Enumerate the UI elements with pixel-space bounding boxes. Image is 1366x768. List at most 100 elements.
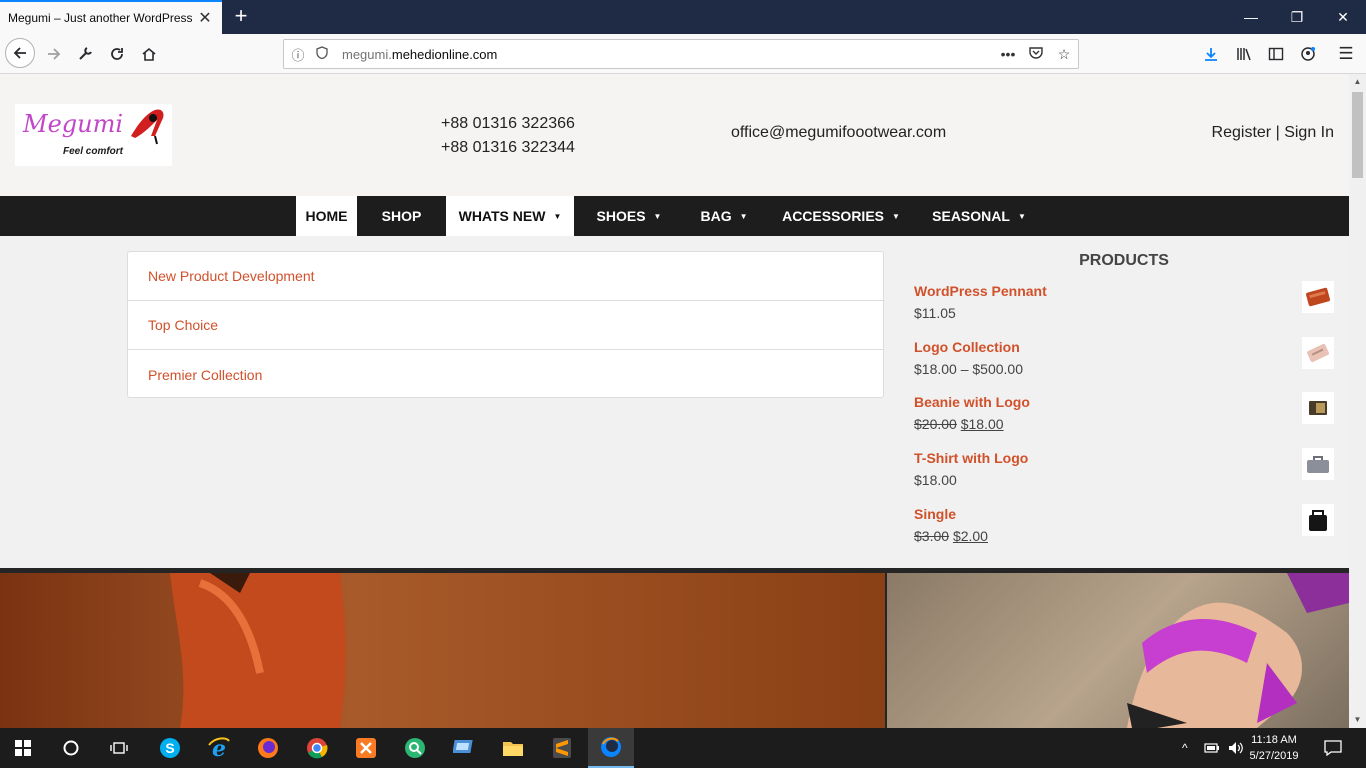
scroll-up-icon[interactable]: ▲ bbox=[1349, 74, 1366, 90]
submenu-item-premier-collection[interactable]: Premier Collection bbox=[128, 350, 883, 399]
whats-new-submenu: New Product Development Top Choice Premi… bbox=[127, 251, 884, 398]
clutch-icon[interactable] bbox=[1302, 337, 1334, 369]
caret-down-icon: ▼ bbox=[892, 211, 900, 221]
xampp-icon[interactable] bbox=[343, 728, 389, 768]
auth-separator: | bbox=[1275, 124, 1280, 141]
products-widget: PRODUCTS WordPress Pennant $11.05 Logo C… bbox=[914, 252, 1334, 544]
task-view-icon[interactable] bbox=[96, 728, 142, 768]
site-logo[interactable]: Megumi Feel comfort bbox=[15, 104, 172, 166]
old-price: $3.00 bbox=[914, 528, 950, 544]
firefox-icon[interactable] bbox=[245, 728, 291, 768]
phone-1: +88 01316 322366 bbox=[441, 115, 575, 132]
forward-button[interactable] bbox=[40, 40, 68, 68]
logo-tagline: Feel comfort bbox=[63, 146, 124, 157]
phone-2: +88 01316 322344 bbox=[441, 139, 575, 156]
home-button[interactable] bbox=[135, 40, 163, 68]
close-window-button[interactable]: ✕ bbox=[1320, 0, 1366, 34]
product-name[interactable]: Single bbox=[914, 506, 1334, 522]
product-price: $18.00 bbox=[914, 472, 957, 488]
search-app-icon[interactable] bbox=[392, 728, 438, 768]
product-name[interactable]: Beanie with Logo bbox=[914, 394, 1334, 410]
product-name[interactable]: WordPress Pennant bbox=[914, 283, 1334, 299]
restore-button[interactable]: ❐ bbox=[1274, 0, 1320, 34]
caret-down-icon: ▼ bbox=[1017, 211, 1026, 221]
banner-image-sandal[interactable] bbox=[887, 573, 1349, 728]
action-center-icon[interactable] bbox=[1324, 728, 1342, 768]
main-menu: HOME SHOP WHATS NEW ▼ SHOES ▼ BAG ▼ ACCESSO… bbox=[0, 196, 1349, 236]
scroll-thumb[interactable] bbox=[1352, 92, 1363, 178]
tab-close-icon[interactable]: ✕ bbox=[196, 8, 214, 28]
logo-text: Megumi bbox=[23, 110, 124, 138]
page-scrollbar[interactable]: ▲ ▼ bbox=[1349, 74, 1366, 728]
submenu-item-new-product-development[interactable]: New Product Development bbox=[128, 252, 883, 301]
product-item: Beanie with Logo $20.00 $18.00 bbox=[914, 392, 1334, 444]
product-name[interactable]: T-Shirt with Logo bbox=[914, 450, 1334, 466]
sublime-text-icon[interactable] bbox=[539, 728, 585, 768]
url-text[interactable]: megumi.mehedionline.com bbox=[342, 47, 994, 62]
system-clock[interactable]: 11:18 AM 5/27/2019 bbox=[1246, 732, 1302, 764]
back-button[interactable] bbox=[5, 38, 35, 68]
phone-numbers: +88 01316 322366 +88 01316 322344 bbox=[441, 112, 575, 160]
banner-image-shoe[interactable] bbox=[0, 573, 885, 728]
menu-item-seasonal[interactable]: SEASONAL ▼ bbox=[924, 196, 1034, 236]
menu-item-whats-new[interactable]: WHATS NEW ▼ bbox=[446, 196, 574, 236]
library-icon[interactable] bbox=[1230, 40, 1258, 68]
volume-icon[interactable] bbox=[1228, 728, 1244, 768]
auth-links: Register | Sign In bbox=[1212, 124, 1334, 142]
url-bar[interactable]: ⓘ megumi.mehedionline.com ••• ☆ bbox=[283, 39, 1079, 69]
menu-item-accessories[interactable]: ACCESSORIES ▼ bbox=[774, 196, 908, 236]
product-price: $18.00 – $500.00 bbox=[914, 361, 1023, 377]
submenu-item-top-choice[interactable]: Top Choice bbox=[128, 301, 883, 350]
skype-icon[interactable]: S bbox=[147, 728, 193, 768]
forward-arrow-icon bbox=[48, 48, 61, 60]
hamburger-menu-icon[interactable]: ☰ bbox=[1332, 40, 1360, 68]
caret-down-icon: ▼ bbox=[653, 211, 662, 221]
reload-button[interactable] bbox=[103, 40, 131, 68]
contact-email[interactable]: office@megumifoootwear.com bbox=[731, 124, 946, 142]
account-icon[interactable] bbox=[1294, 40, 1322, 68]
sidebar-icon[interactable] bbox=[1262, 40, 1290, 68]
clock-date: 5/27/2019 bbox=[1249, 750, 1299, 762]
chrome-icon[interactable] bbox=[294, 728, 340, 768]
product-price: $3.00 $2.00 bbox=[914, 528, 988, 544]
bookmark-star-icon[interactable]: ☆ bbox=[1050, 46, 1078, 63]
menu-item-shoes[interactable]: SHOES ▼ bbox=[584, 196, 674, 236]
new-tab-button[interactable]: + bbox=[228, 4, 254, 30]
wallet-icon[interactable] bbox=[1302, 392, 1334, 424]
high-heel-logo-icon bbox=[131, 109, 164, 145]
shoe-image-icon bbox=[170, 573, 346, 728]
svg-text:S: S bbox=[165, 740, 174, 756]
register-link[interactable]: Register bbox=[1212, 124, 1272, 141]
show-hidden-icons-icon[interactable]: ^ bbox=[1182, 728, 1188, 768]
minimize-button[interactable]: — bbox=[1228, 0, 1274, 34]
browser-titlebar: Megumi – Just another WordPress s ✕ + — … bbox=[0, 0, 1366, 34]
site-header: Megumi Feel comfort +88 01316 322366 +88… bbox=[0, 74, 1349, 196]
wallet-icon[interactable] bbox=[1302, 281, 1334, 313]
cortana-search-icon[interactable] bbox=[48, 728, 94, 768]
battery-icon[interactable] bbox=[1204, 728, 1220, 768]
briefcase-icon[interactable] bbox=[1302, 448, 1334, 480]
remote-desktop-icon[interactable] bbox=[441, 728, 487, 768]
menu-item-home[interactable]: HOME bbox=[296, 196, 357, 236]
info-icon[interactable]: ⓘ bbox=[288, 45, 308, 64]
caret-down-icon: ▼ bbox=[739, 211, 748, 221]
customize-wrench-button[interactable] bbox=[71, 40, 99, 68]
pocket-icon[interactable] bbox=[1022, 46, 1050, 62]
start-windows-icon[interactable] bbox=[0, 728, 46, 768]
shield-icon[interactable] bbox=[312, 46, 332, 62]
bag-icon[interactable] bbox=[1302, 504, 1334, 536]
menu-item-bag[interactable]: BAG ▼ bbox=[690, 196, 758, 236]
download-icon[interactable] bbox=[1197, 40, 1225, 68]
file-explorer-icon[interactable] bbox=[490, 728, 536, 768]
firefox-active-icon[interactable] bbox=[588, 728, 634, 768]
menu-item-shop[interactable]: SHOP bbox=[357, 196, 446, 236]
product-price: $20.00 $18.00 bbox=[914, 416, 1004, 432]
caret-down-icon: ▼ bbox=[553, 211, 562, 221]
page-actions-icon[interactable]: ••• bbox=[994, 46, 1022, 62]
sign-in-link[interactable]: Sign In bbox=[1284, 124, 1334, 141]
internet-explorer-icon[interactable]: e bbox=[196, 728, 242, 768]
browser-tab[interactable]: Megumi – Just another WordPress s ✕ bbox=[0, 0, 222, 34]
scroll-down-icon[interactable]: ▼ bbox=[1349, 712, 1366, 728]
product-item: WordPress Pennant $11.05 bbox=[914, 281, 1334, 333]
product-name[interactable]: Logo Collection bbox=[914, 339, 1334, 355]
